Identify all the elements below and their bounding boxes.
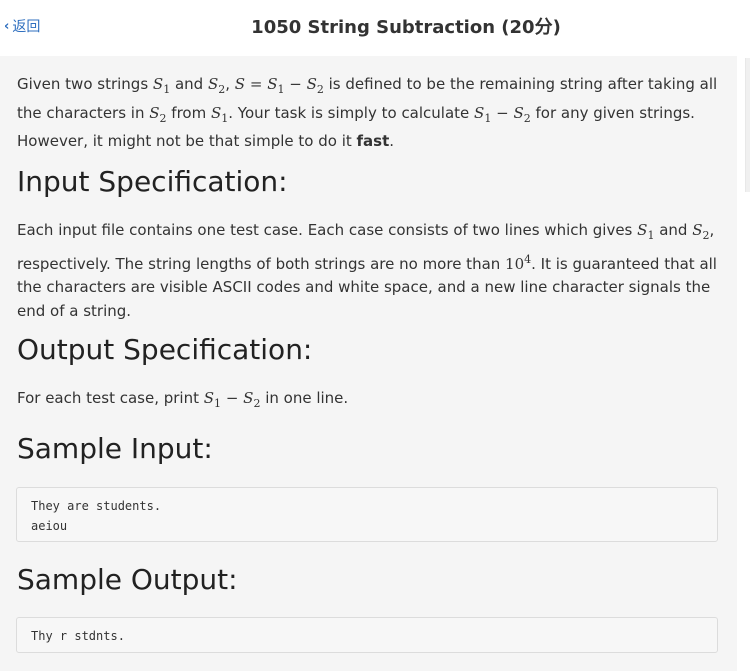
text: .	[389, 132, 395, 150]
sample-input-code[interactable]: They are students. aeiou	[16, 487, 718, 542]
input-spec-text: Each input file contains one test case. …	[17, 219, 727, 323]
output-spec-text: For each test case, print S1 − S2 in one…	[17, 387, 727, 416]
text: . Your task is simply to calculate	[228, 103, 475, 122]
text: Given two strings	[17, 75, 153, 93]
math-s2: S2	[207, 75, 226, 96]
text: ,	[225, 75, 235, 93]
sample-input-heading: Sample Input:	[17, 432, 213, 465]
text: in one line.	[260, 389, 349, 407]
text: from	[166, 103, 211, 122]
math-s2: S2	[149, 103, 167, 125]
math-s1: S1	[210, 103, 229, 125]
sample-output-code[interactable]: Thy r stdnts.	[16, 617, 718, 653]
math-power: 104	[505, 252, 532, 273]
text: For each test case, print	[17, 389, 204, 407]
text: Each input file contains one test case. …	[17, 221, 638, 239]
problem-description: Given two strings S1 and S2, S = S1 − S2…	[17, 73, 727, 154]
math-difference: S1 − S2	[474, 103, 531, 125]
top-bar: ‹ 返回 1050 String Subtraction (20分)	[0, 0, 750, 52]
math-s1: S1	[637, 221, 655, 242]
math-s1: S1	[152, 75, 171, 96]
text: and	[170, 75, 208, 93]
math-difference: S1 − S2	[203, 389, 261, 410]
bold-text: fast	[356, 132, 390, 150]
scrollbar[interactable]	[745, 58, 750, 192]
math-formula: S = S1 − S2	[234, 75, 324, 96]
sample-output-heading: Sample Output:	[17, 563, 238, 596]
math-s2: S2	[692, 221, 710, 242]
text: and	[654, 221, 693, 239]
output-spec-heading: Output Specification:	[17, 333, 313, 366]
input-spec-heading: Input Specification:	[17, 165, 288, 198]
page-title: 1050 String Subtraction (20分)	[251, 17, 561, 38]
